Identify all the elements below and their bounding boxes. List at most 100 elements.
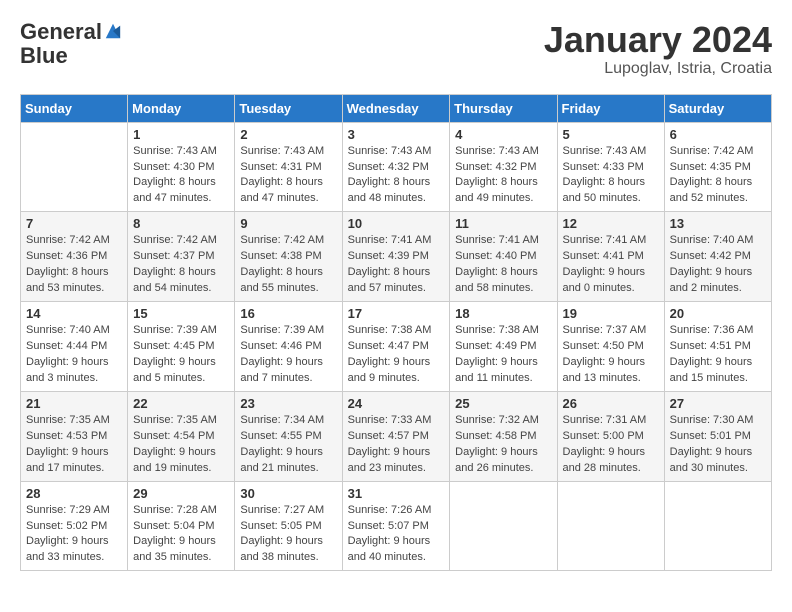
day-number: 1 xyxy=(133,127,229,142)
calendar-cell xyxy=(21,122,128,212)
day-of-week-header: Sunday xyxy=(21,94,128,122)
day-info: Sunrise: 7:29 AMSunset: 5:02 PMDaylight:… xyxy=(26,503,122,567)
calendar-cell: 26 Sunrise: 7:31 AMSunset: 5:00 PMDayligh… xyxy=(557,391,664,481)
day-number: 24 xyxy=(348,396,445,411)
day-info: Sunrise: 7:41 AMSunset: 4:41 PMDaylight:… xyxy=(563,233,659,297)
calendar-cell: 14 Sunrise: 7:40 AMSunset: 4:44 PMDayligh… xyxy=(21,302,128,392)
day-info: Sunrise: 7:36 AMSunset: 4:51 PMDaylight:… xyxy=(670,323,766,387)
day-info: Sunrise: 7:33 AMSunset: 4:57 PMDaylight:… xyxy=(348,413,445,477)
day-number: 27 xyxy=(670,396,766,411)
logo-general: General xyxy=(20,20,102,44)
calendar-cell: 23Sunrise: 7:34 AMSunset: 4:55 PMDayligh… xyxy=(235,391,342,481)
day-number: 17 xyxy=(348,306,445,321)
calendar-cell: 2Sunrise: 7:43 AMSunset: 4:31 PMDaylight… xyxy=(235,122,342,212)
calendar-cell xyxy=(450,481,557,571)
calendar-cell: 30 Sunrise: 7:27 AMSunset: 5:05 PMDayligh… xyxy=(235,481,342,571)
day-number: 4 xyxy=(455,127,551,142)
day-number: 26 xyxy=(563,396,659,411)
day-number: 28 xyxy=(26,486,122,501)
calendar-cell: 25 Sunrise: 7:32 AMSunset: 4:58 PMDayligh… xyxy=(450,391,557,481)
day-number: 20 xyxy=(670,306,766,321)
calendar-cell: 27 Sunrise: 7:30 AMSunset: 5:01 PMDayligh… xyxy=(664,391,771,481)
calendar-cell: 22Sunrise: 7:35 AMSunset: 4:54 PMDayligh… xyxy=(128,391,235,481)
day-number: 25 xyxy=(455,396,551,411)
day-info: Sunrise: 7:40 AMSunset: 4:44 PMDaylight:… xyxy=(26,323,122,387)
day-info: Sunrise: 7:43 AMSunset: 4:32 PMDaylight:… xyxy=(455,144,551,208)
day-number: 11 xyxy=(455,216,551,231)
day-number: 5 xyxy=(563,127,659,142)
calendar-week-row: 14 Sunrise: 7:40 AMSunset: 4:44 PMDayligh… xyxy=(21,302,772,392)
page-header: General Blue January 2024 Lupoglav, Istr… xyxy=(20,20,772,78)
calendar-cell: 17 Sunrise: 7:38 AMSunset: 4:47 PMDayligh… xyxy=(342,302,450,392)
day-info: Sunrise: 7:35 AMSunset: 4:54 PMDaylight:… xyxy=(133,413,229,477)
day-number: 19 xyxy=(563,306,659,321)
day-number: 18 xyxy=(455,306,551,321)
calendar-cell: 20 Sunrise: 7:36 AMSunset: 4:51 PMDayligh… xyxy=(664,302,771,392)
day-info: Sunrise: 7:31 AMSunset: 5:00 PMDaylight:… xyxy=(563,413,659,477)
logo-icon xyxy=(104,22,122,40)
calendar-cell: 15Sunrise: 7:39 AMSunset: 4:45 PMDayligh… xyxy=(128,302,235,392)
calendar-cell: 12 Sunrise: 7:41 AMSunset: 4:41 PMDayligh… xyxy=(557,212,664,302)
day-info: Sunrise: 7:42 AMSunset: 4:37 PMDaylight:… xyxy=(133,233,229,297)
day-number: 14 xyxy=(26,306,122,321)
day-info: Sunrise: 7:39 AMSunset: 4:45 PMDaylight:… xyxy=(133,323,229,387)
calendar-cell: 5 Sunrise: 7:43 AMSunset: 4:33 PMDaylight… xyxy=(557,122,664,212)
day-info: Sunrise: 7:37 AMSunset: 4:50 PMDaylight:… xyxy=(563,323,659,387)
day-of-week-header: Saturday xyxy=(664,94,771,122)
day-info: Sunrise: 7:42 AMSunset: 4:35 PMDaylight:… xyxy=(670,144,766,208)
day-number: 12 xyxy=(563,216,659,231)
day-info: Sunrise: 7:43 AMSunset: 4:33 PMDaylight:… xyxy=(563,144,659,208)
calendar-cell: 11Sunrise: 7:41 AMSunset: 4:40 PMDayligh… xyxy=(450,212,557,302)
day-number: 16 xyxy=(240,306,336,321)
calendar-subtitle: Lupoglav, Istria, Croatia xyxy=(544,60,772,78)
day-info: Sunrise: 7:41 AMSunset: 4:39 PMDaylight:… xyxy=(348,233,445,297)
calendar-cell: 18 Sunrise: 7:38 AMSunset: 4:49 PMDayligh… xyxy=(450,302,557,392)
day-of-week-header: Monday xyxy=(128,94,235,122)
calendar-cell: 3 Sunrise: 7:43 AMSunset: 4:32 PMDaylight… xyxy=(342,122,450,212)
day-number: 9 xyxy=(240,216,336,231)
calendar-cell: 31Sunrise: 7:26 AMSunset: 5:07 PMDayligh… xyxy=(342,481,450,571)
day-number: 3 xyxy=(348,127,445,142)
calendar-cell xyxy=(664,481,771,571)
logo-blue: Blue xyxy=(20,44,68,68)
day-info: Sunrise: 7:38 AMSunset: 4:49 PMDaylight:… xyxy=(455,323,551,387)
calendar-cell: 29Sunrise: 7:28 AMSunset: 5:04 PMDayligh… xyxy=(128,481,235,571)
calendar-cell: 28 Sunrise: 7:29 AMSunset: 5:02 PMDayligh… xyxy=(21,481,128,571)
calendar-week-row: 28 Sunrise: 7:29 AMSunset: 5:02 PMDayligh… xyxy=(21,481,772,571)
calendar-cell: 4 Sunrise: 7:43 AMSunset: 4:32 PMDaylight… xyxy=(450,122,557,212)
day-of-week-header: Wednesday xyxy=(342,94,450,122)
day-number: 10 xyxy=(348,216,445,231)
calendar-cell: 13Sunrise: 7:40 AMSunset: 4:42 PMDayligh… xyxy=(664,212,771,302)
day-number: 7 xyxy=(26,216,122,231)
day-info: Sunrise: 7:42 AMSunset: 4:38 PMDaylight:… xyxy=(240,233,336,297)
calendar-cell xyxy=(557,481,664,571)
calendar-week-row: 7 Sunrise: 7:42 AMSunset: 4:36 PMDaylight… xyxy=(21,212,772,302)
day-number: 30 xyxy=(240,486,336,501)
calendar-cell: 24 Sunrise: 7:33 AMSunset: 4:57 PMDayligh… xyxy=(342,391,450,481)
calendar-cell: 19 Sunrise: 7:37 AMSunset: 4:50 PMDayligh… xyxy=(557,302,664,392)
day-number: 23 xyxy=(240,396,336,411)
calendar-cell: 21Sunrise: 7:35 AMSunset: 4:53 PMDayligh… xyxy=(21,391,128,481)
day-info: Sunrise: 7:27 AMSunset: 5:05 PMDaylight:… xyxy=(240,503,336,567)
day-number: 6 xyxy=(670,127,766,142)
day-number: 2 xyxy=(240,127,336,142)
day-info: Sunrise: 7:43 AMSunset: 4:32 PMDaylight:… xyxy=(348,144,445,208)
calendar-cell: 16 Sunrise: 7:39 AMSunset: 4:46 PMDayligh… xyxy=(235,302,342,392)
day-info: Sunrise: 7:30 AMSunset: 5:01 PMDaylight:… xyxy=(670,413,766,477)
day-of-week-header: Tuesday xyxy=(235,94,342,122)
day-info: Sunrise: 7:38 AMSunset: 4:47 PMDaylight:… xyxy=(348,323,445,387)
calendar-table: SundayMondayTuesdayWednesdayThursdayFrid… xyxy=(20,94,772,572)
calendar-week-row: 1Sunrise: 7:43 AMSunset: 4:30 PMDaylight… xyxy=(21,122,772,212)
day-info: Sunrise: 7:39 AMSunset: 4:46 PMDaylight:… xyxy=(240,323,336,387)
title-block: January 2024 Lupoglav, Istria, Croatia xyxy=(544,20,772,78)
day-info: Sunrise: 7:32 AMSunset: 4:58 PMDaylight:… xyxy=(455,413,551,477)
day-info: Sunrise: 7:42 AMSunset: 4:36 PMDaylight:… xyxy=(26,233,122,297)
day-info: Sunrise: 7:28 AMSunset: 5:04 PMDaylight:… xyxy=(133,503,229,567)
calendar-cell: 6 Sunrise: 7:42 AMSunset: 4:35 PMDaylight… xyxy=(664,122,771,212)
day-number: 31 xyxy=(348,486,445,501)
calendar-cell: 7 Sunrise: 7:42 AMSunset: 4:36 PMDaylight… xyxy=(21,212,128,302)
calendar-cell: 10 Sunrise: 7:41 AMSunset: 4:39 PMDayligh… xyxy=(342,212,450,302)
day-number: 8 xyxy=(133,216,229,231)
calendar-title: January 2024 xyxy=(544,20,772,60)
calendar-cell: 8 Sunrise: 7:42 AMSunset: 4:37 PMDaylight… xyxy=(128,212,235,302)
